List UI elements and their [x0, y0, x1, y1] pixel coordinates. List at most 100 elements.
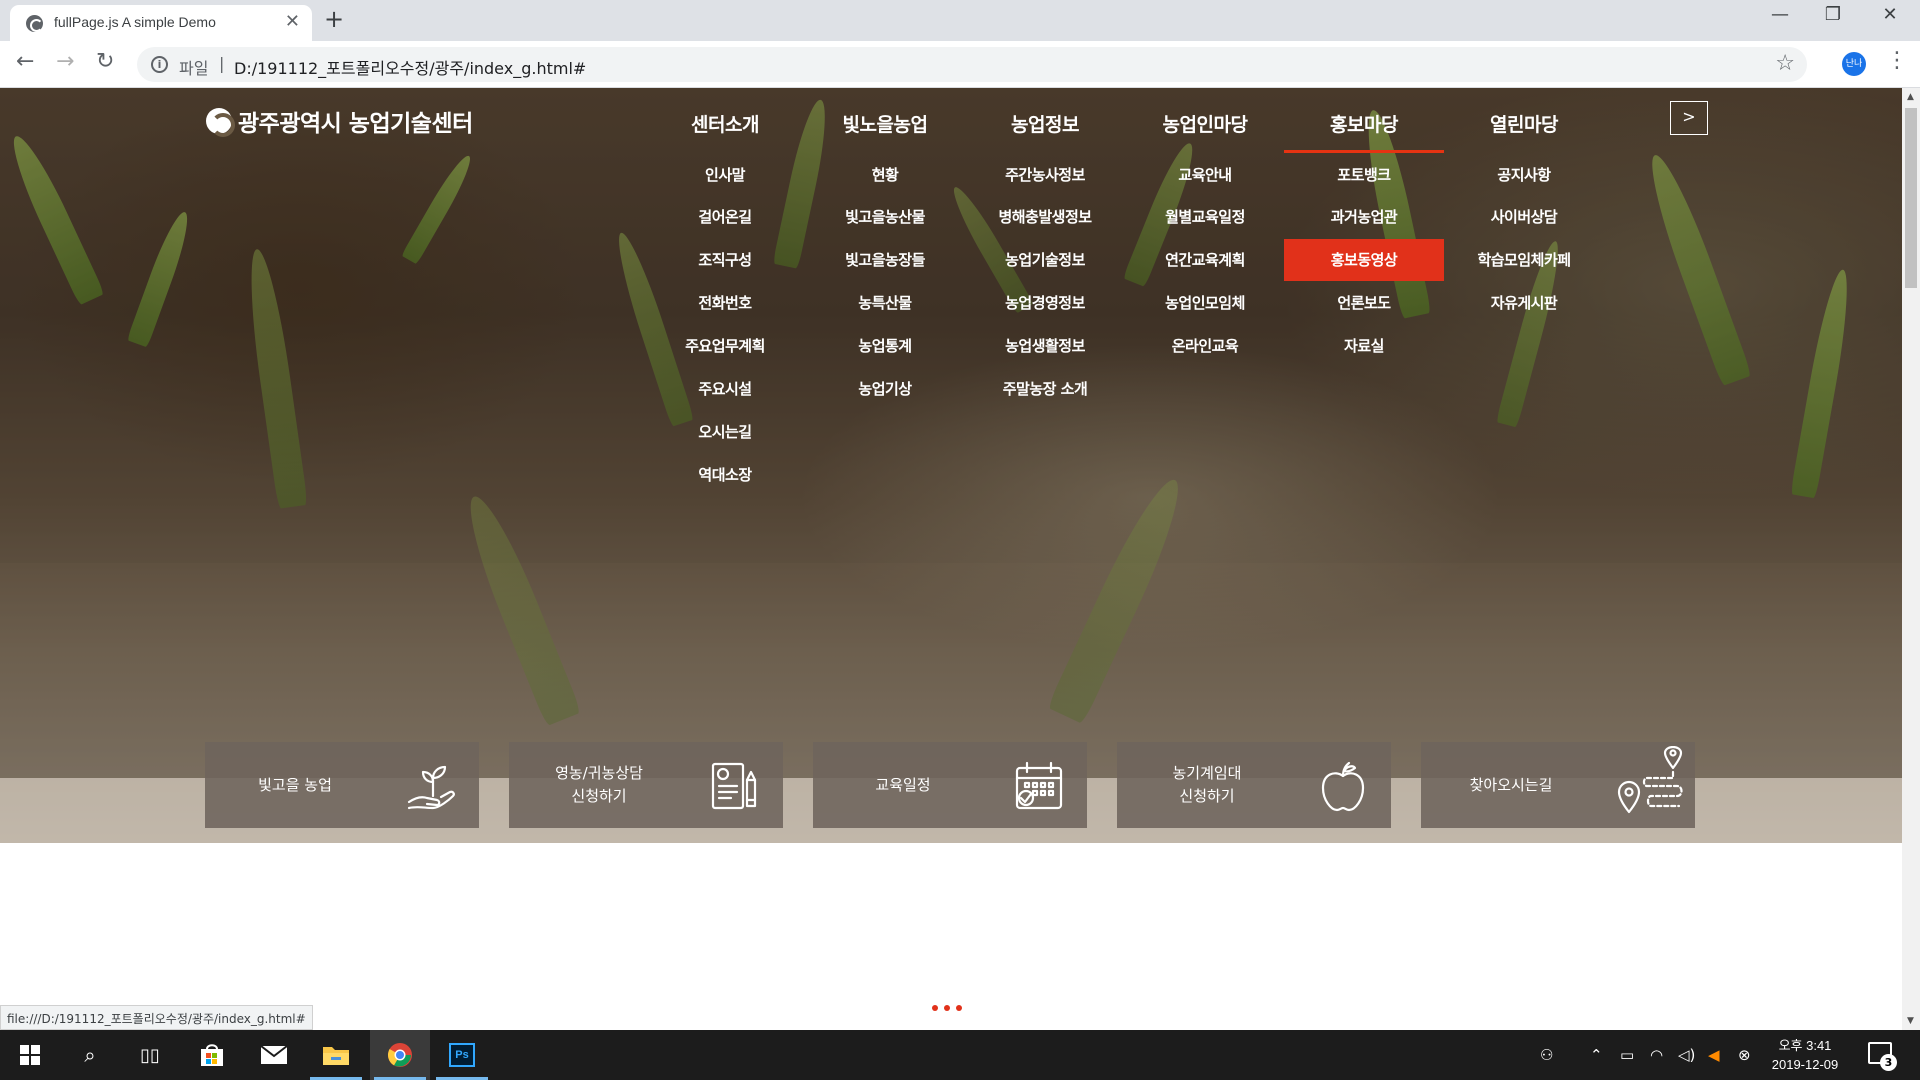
- gnb-sub-item[interactable]: 사이버상담: [1444, 196, 1604, 238]
- page-scrollbar[interactable]: ▲ ▼: [1902, 88, 1920, 1030]
- gnb-sub-item[interactable]: 걸어온길: [645, 196, 805, 238]
- gnb-title-promotion[interactable]: 홍보마당: [1284, 110, 1444, 137]
- gnb-sub-item[interactable]: 농특산물: [805, 282, 965, 324]
- alert-icon[interactable]: ◀: [1708, 1030, 1720, 1080]
- network-error-icon[interactable]: ⊗: [1738, 1030, 1751, 1080]
- pagination-dot[interactable]: [944, 1005, 950, 1011]
- new-tab-button[interactable]: +: [324, 7, 344, 31]
- gnb-sub-item[interactable]: 현황: [805, 154, 965, 196]
- link-status-bubble: file:///D:/191112_포트폴리오수정/광주/index_g.htm…: [0, 1005, 313, 1030]
- close-tab-icon[interactable]: ✕: [285, 13, 300, 31]
- gnb-sub-item[interactable]: 과거농업관: [1284, 196, 1444, 238]
- gnb-title-info[interactable]: 농업정보: [965, 110, 1125, 137]
- gnb-sub-item[interactable]: 농업기상: [805, 368, 965, 410]
- gnb-sub-item[interactable]: 월별교육일정: [1125, 196, 1285, 238]
- gnb-sub-item[interactable]: 인사말: [645, 154, 805, 196]
- volume-icon[interactable]: ◁): [1678, 1030, 1695, 1080]
- battery-icon[interactable]: ▭: [1620, 1030, 1634, 1080]
- quick-menu-label: 교육일정: [875, 775, 931, 794]
- gnb-sub-item[interactable]: 농업통계: [805, 325, 965, 367]
- more-menu-icon[interactable]: ⋮: [1886, 50, 1908, 72]
- url-scheme-label: 파일: [179, 59, 209, 78]
- gnb-sub-item[interactable]: 교육안내: [1125, 154, 1285, 196]
- site-logo[interactable]: 광주광역시 농업기술센터: [206, 104, 473, 138]
- gnb-sub-item[interactable]: 주요시설: [645, 368, 805, 410]
- back-arrow-icon[interactable]: ←: [16, 51, 34, 73]
- taskbar-clock[interactable]: 오후 3:41 2019-12-09: [1760, 1036, 1850, 1074]
- gnb-sub-item[interactable]: 빛고을농장들: [805, 239, 965, 281]
- gnb-sub-item[interactable]: 주요업무계획: [645, 325, 805, 367]
- task-view-icon[interactable]: ▯▯: [120, 1030, 180, 1080]
- pagination-dot[interactable]: [956, 1005, 962, 1011]
- gnb-sub-item[interactable]: 주말농장 소개: [965, 368, 1125, 410]
- start-button[interactable]: [0, 1030, 60, 1080]
- quick-menu-agriculture[interactable]: 빛고을 농업: [205, 742, 479, 828]
- gnb-sub-item[interactable]: 농업인모임체: [1125, 282, 1285, 324]
- pagination-dot[interactable]: [932, 1005, 938, 1011]
- gnb-sub-item[interactable]: 학습모임체카페: [1444, 239, 1604, 281]
- scroll-down-arrow-icon[interactable]: ▼: [1907, 1016, 1914, 1026]
- quick-menu-directions[interactable]: 찾아오시는길: [1421, 742, 1695, 828]
- gnb-sub-item[interactable]: 조직구성: [645, 239, 805, 281]
- gnb-sub-item[interactable]: 자료실: [1284, 325, 1444, 367]
- browser-tabstrip: fullPage.js A simple Demo ✕ + — ❐ ✕: [0, 0, 1920, 41]
- gnb-title-open[interactable]: 열린마당: [1444, 110, 1604, 137]
- store-icon[interactable]: [182, 1030, 242, 1080]
- quick-menu-consulting[interactable]: 영농/귀농상담 신청하기: [509, 742, 783, 828]
- mail-icon[interactable]: [244, 1030, 304, 1080]
- quick-menu-schedule[interactable]: 교육일정: [813, 742, 1087, 828]
- scroll-up-arrow-icon[interactable]: ▲: [1907, 92, 1914, 102]
- gnb-sub-item[interactable]: 온라인교육: [1125, 325, 1285, 367]
- gnb-sub-item[interactable]: 언론보도: [1284, 282, 1444, 324]
- profile-avatar[interactable]: 난나: [1842, 52, 1866, 76]
- quick-menu-machine-rental[interactable]: 농기계임대 신청하기: [1117, 742, 1391, 828]
- info-icon[interactable]: i: [151, 56, 168, 73]
- gnb-sub-item[interactable]: 빛고을농산물: [805, 196, 965, 238]
- window-close-icon[interactable]: ✕: [1870, 4, 1910, 25]
- gnb-sub-item-active[interactable]: 홍보동영상: [1284, 239, 1444, 281]
- gnb-sub-item[interactable]: 연간교육계획: [1125, 239, 1285, 281]
- next-section-button[interactable]: >: [1670, 101, 1708, 135]
- page-viewport: 광주광역시 농업기술센터 센터소개 인사말 걸어온길 조직구성 전화번호 주요업…: [0, 88, 1902, 1030]
- clock-date: 2019-12-09: [1771, 1057, 1839, 1072]
- photoshop-icon[interactable]: Ps: [432, 1030, 492, 1080]
- apple-icon: [1321, 761, 1365, 812]
- restore-icon[interactable]: ❐: [1813, 4, 1853, 25]
- notification-count-badge: 3: [1880, 1054, 1897, 1071]
- gnb-sub-item[interactable]: 자유게시판: [1444, 282, 1604, 324]
- map-route-icon: [1617, 746, 1683, 814]
- gnb-sub-item[interactable]: 병해충발생정보: [965, 196, 1125, 238]
- reload-icon[interactable]: ↻: [96, 51, 114, 73]
- quick-menu-label: 영농/귀농상담 신청하기: [555, 764, 643, 805]
- wifi-icon[interactable]: ◠: [1650, 1030, 1663, 1080]
- gnb-sub-item[interactable]: 포토뱅크: [1284, 154, 1444, 196]
- chrome-icon[interactable]: [370, 1030, 430, 1080]
- quick-menu-label: 농기계임대 신청하기: [1172, 764, 1242, 805]
- globe-icon: [26, 15, 43, 32]
- url-text[interactable]: D:/191112_포트폴리오수정/광주/index_g.html#: [234, 55, 586, 79]
- people-icon[interactable]: ⚇: [1540, 1030, 1553, 1080]
- gnb-sub-item[interactable]: 오시는길: [645, 411, 805, 453]
- gnb-title-center[interactable]: 센터소개: [645, 110, 805, 137]
- gnb-title-agriculture[interactable]: 빛노을농업: [805, 110, 965, 137]
- gnb-sub-item[interactable]: 농업기술정보: [965, 239, 1125, 281]
- tray-expand-icon[interactable]: ⌃: [1590, 1030, 1603, 1080]
- gnb-sub-item[interactable]: 공지사항: [1444, 154, 1604, 196]
- url-separator: |: [219, 54, 225, 73]
- windows-taskbar: ⌕ ▯▯ Ps ⚇ ⌃ ▭ ◠ ◁) ◀ ⊗ 오후 3:41 2019-12-0…: [0, 1030, 1920, 1080]
- file-explorer-icon[interactable]: [306, 1030, 366, 1080]
- browser-tab[interactable]: fullPage.js A simple Demo ✕: [10, 5, 312, 41]
- gnb-sub-item[interactable]: 농업경영정보: [965, 282, 1125, 324]
- gnb-title-farmers[interactable]: 농업인마당: [1125, 110, 1285, 137]
- section-pagination[interactable]: [932, 1005, 962, 1011]
- address-bar[interactable]: i 파일 | D:/191112_포트폴리오수정/광주/index_g.html…: [137, 47, 1807, 82]
- search-icon[interactable]: ⌕: [60, 1030, 120, 1080]
- minimize-icon[interactable]: —: [1760, 4, 1800, 25]
- gnb-sub-item[interactable]: 농업생활정보: [965, 325, 1125, 367]
- gnb-sub-item[interactable]: 주간농사정보: [965, 154, 1125, 196]
- bookmark-star-icon[interactable]: ☆: [1775, 51, 1795, 76]
- gnb-sub-item[interactable]: 전화번호: [645, 282, 805, 324]
- gnb-sub-item[interactable]: 역대소장: [645, 454, 805, 496]
- forward-arrow-icon[interactable]: →: [56, 51, 74, 73]
- scrollbar-thumb[interactable]: [1905, 108, 1917, 288]
